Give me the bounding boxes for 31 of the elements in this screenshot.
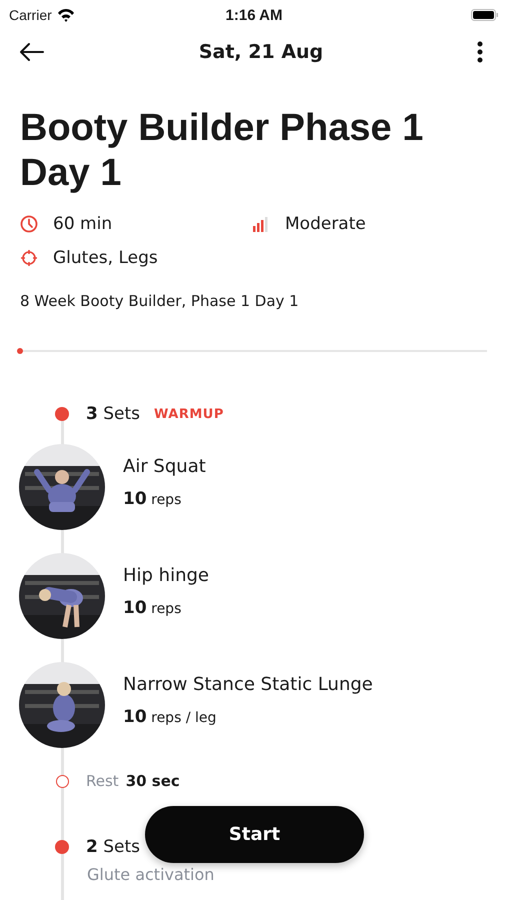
rep-count: 10 reps	[123, 598, 182, 618]
clock-icon	[20, 215, 38, 233]
timeline-dot	[55, 840, 69, 854]
meta-label: Moderate	[285, 214, 366, 234]
rest-circle-icon	[56, 774, 68, 788]
rest-duration: 30 sec	[126, 772, 180, 790]
crosshair-icon	[20, 249, 38, 267]
timeline-dot	[55, 407, 69, 421]
status-time: 1:16 AM	[226, 6, 282, 24]
workout-title: Booty Builder Phase 1 Day 1	[20, 106, 424, 196]
meta-label: 60 min	[53, 214, 112, 234]
battery-icon	[471, 9, 499, 21]
signal-bars-icon	[252, 215, 270, 233]
group-subtitle: Glute activation	[87, 865, 216, 884]
header-date: Sat, 21 Aug	[198, 41, 324, 63]
exercise-name[interactable]: Air Squat	[123, 456, 206, 476]
more-menu-icon[interactable]	[477, 41, 483, 63]
rest-label: Rest	[86, 772, 119, 790]
rep-count: 10 reps / leg	[123, 706, 218, 726]
meta-label: Glutes, Legs	[53, 248, 158, 268]
start-button[interactable]: Start	[145, 806, 364, 863]
carrier-label: Carrier	[9, 7, 52, 23]
workout-description: 8 Week Booty Builder, Phase 1 Day 1	[20, 292, 300, 310]
wifi-icon	[56, 8, 75, 22]
rep-count: 10 reps	[123, 488, 182, 508]
sets-count: 2 Sets	[86, 837, 140, 857]
back-arrow-icon[interactable]	[19, 42, 45, 62]
exercise-name[interactable]: Hip hinge	[123, 564, 210, 586]
section-tag: WARMUP	[154, 406, 224, 422]
sets-count: 3 Sets	[86, 404, 140, 424]
exercise-name[interactable]: Narrow Stance Static Lunge	[123, 674, 373, 694]
